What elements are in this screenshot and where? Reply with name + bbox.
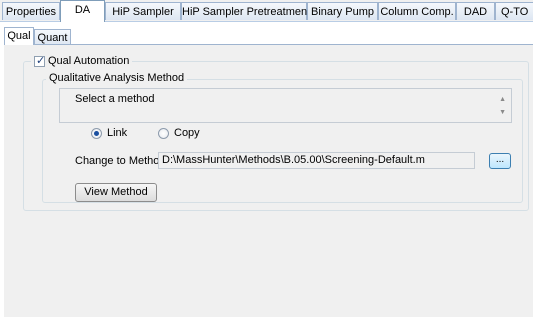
- tab-label: Column Comp.: [380, 6, 454, 18]
- subtab-label: Qual: [7, 30, 31, 42]
- subtab-qual[interactable]: Qual: [4, 27, 34, 45]
- subtab-label: Quant: [37, 32, 68, 44]
- tab-label: Binary Pump: [311, 6, 374, 18]
- view-method-button[interactable]: View Method: [75, 183, 157, 202]
- tab-hip-sampler-pretreatment[interactable]: HiP Sampler Pretreatment: [181, 2, 311, 20]
- radio-copy[interactable]: [158, 128, 169, 139]
- main-tab-strip: Properties DA HiP Sampler HiP Sampler Pr…: [0, 0, 533, 22]
- view-method-button-label: View Method: [84, 186, 148, 198]
- qual-automation-checkbox[interactable]: ✓: [34, 55, 46, 67]
- change-to-method-label: Change to Method:: [75, 155, 169, 167]
- tab-label: DA: [74, 4, 91, 16]
- method-path-field[interactable]: D:\MassHunter\Methods\B.05.00\Screening-…: [158, 152, 475, 169]
- subtab-quant[interactable]: Quant: [34, 29, 71, 45]
- scroll-up-icon[interactable]: ▲: [499, 96, 506, 103]
- tab-hip-sampler[interactable]: HiP Sampler: [105, 2, 181, 20]
- tab-label: HiP Sampler: [112, 6, 174, 18]
- scroll-down-icon[interactable]: ▼: [499, 109, 506, 116]
- qual-automation-header: ✓ Qual Automation: [31, 55, 133, 69]
- method-path-text: D:\MassHunter\Methods\B.05.00\Screening-…: [162, 154, 425, 166]
- radio-link-label: Link: [107, 127, 128, 139]
- qual-automation-label: Qual Automation: [48, 55, 130, 67]
- tab-q-tof[interactable]: Q-TO: [495, 2, 533, 20]
- checkmark-icon: ✓: [36, 55, 46, 67]
- browse-button[interactable]: ...: [489, 153, 511, 169]
- tab-dad[interactable]: DAD: [456, 2, 495, 20]
- browse-button-label: ...: [495, 154, 505, 165]
- radio-selected-dot: [94, 131, 99, 136]
- tab-binary-pump[interactable]: Binary Pump: [307, 2, 378, 20]
- radio-link[interactable]: [91, 128, 102, 139]
- qual-method-group-title: Qualitative Analysis Method: [46, 72, 188, 86]
- method-select-box[interactable]: Select a method ▲ ▼: [59, 88, 512, 123]
- tab-properties[interactable]: Properties: [2, 2, 60, 20]
- method-select-text: Select a method: [75, 93, 155, 105]
- tab-label: Q-TO: [501, 6, 529, 18]
- tab-da[interactable]: DA: [60, 0, 105, 22]
- tab-column-comp[interactable]: Column Comp.: [378, 2, 456, 20]
- radio-copy-label: Copy: [174, 127, 200, 139]
- tab-label: DAD: [463, 6, 488, 18]
- tab-label: Properties: [5, 6, 57, 18]
- tab-label: HiP Sampler Pretreatment: [182, 6, 311, 18]
